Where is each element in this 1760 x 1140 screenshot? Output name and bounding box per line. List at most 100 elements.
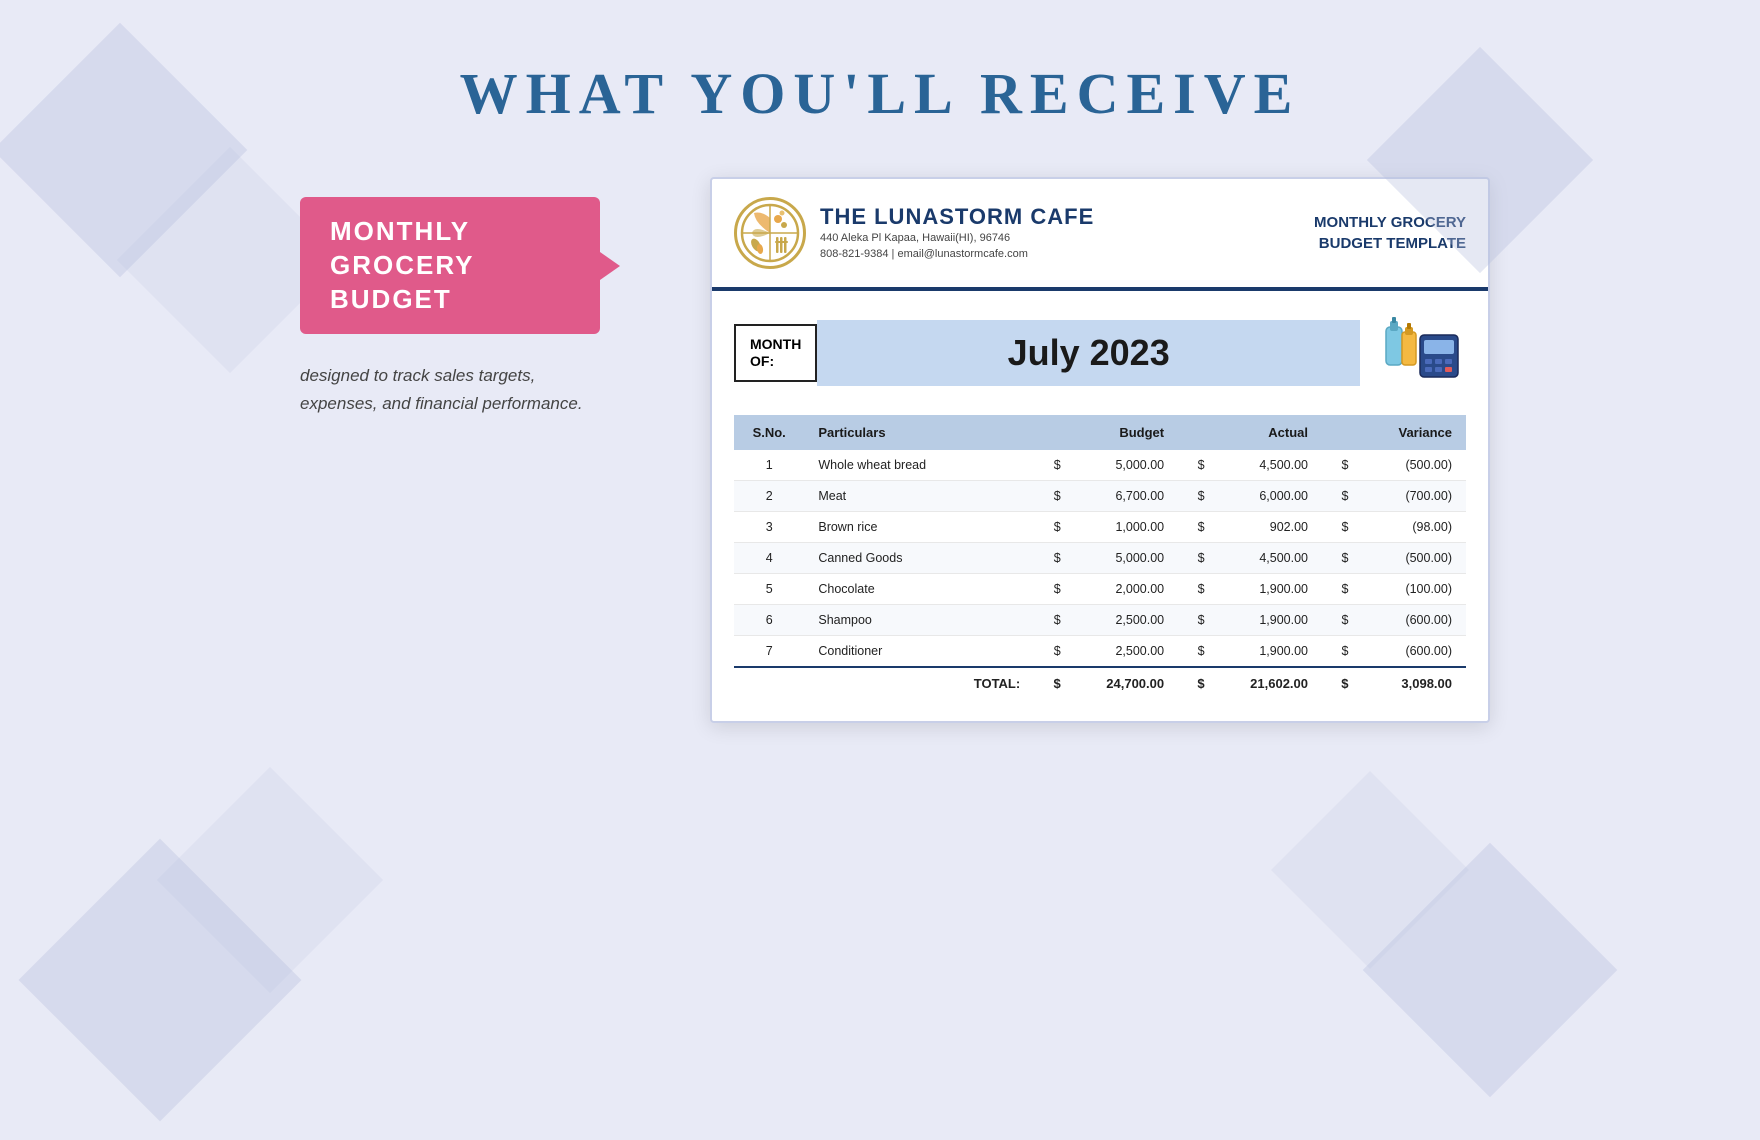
header-actual: Actual — [1219, 415, 1322, 450]
cell-actual: 902.00 — [1219, 512, 1322, 543]
cell-budget-sym: $ — [1034, 543, 1074, 574]
cafe-name: THE LUNASTORM CAFE — [820, 204, 1094, 230]
document: THE LUNASTORM CAFE 440 Aleka Pl Kapaa, H… — [710, 177, 1490, 723]
left-panel: MONTHLY GROCERY BUDGET designed to track… — [270, 177, 650, 417]
cell-particulars: Shampoo — [804, 605, 1034, 636]
cell-variance-sym: $ — [1322, 543, 1362, 574]
table-row: 1 Whole wheat bread $ 5,000.00 $ 4,500.0… — [734, 450, 1466, 481]
cell-variance-sym: $ — [1322, 574, 1362, 605]
cell-budget: 1,000.00 — [1075, 512, 1178, 543]
logo-svg — [740, 203, 800, 263]
total-empty — [734, 667, 804, 699]
cell-variance-sym: $ — [1322, 636, 1362, 668]
cell-budget: 6,700.00 — [1075, 481, 1178, 512]
total-variance: 3,098.00 — [1363, 667, 1467, 699]
cell-sno: 2 — [734, 481, 804, 512]
month-row: MONTH OF: July 2023 — [712, 291, 1488, 415]
cell-actual: 4,500.00 — [1219, 450, 1322, 481]
cell-budget: 5,000.00 — [1075, 450, 1178, 481]
cell-sno: 5 — [734, 574, 804, 605]
cell-actual: 6,000.00 — [1219, 481, 1322, 512]
logo-area: THE LUNASTORM CAFE 440 Aleka Pl Kapaa, H… — [734, 197, 1094, 269]
table-wrapper: S.No. Particulars Budget Actual Variance… — [712, 415, 1488, 721]
cell-variance: (98.00) — [1363, 512, 1467, 543]
total-budget-sym: $ — [1034, 667, 1074, 699]
table-body: 1 Whole wheat bread $ 5,000.00 $ 4,500.0… — [734, 450, 1466, 699]
cell-variance-sym: $ — [1322, 450, 1362, 481]
cell-actual: 1,900.00 — [1219, 574, 1322, 605]
header-variance: Variance — [1363, 415, 1467, 450]
cell-actual-sym: $ — [1178, 574, 1218, 605]
cell-budget: 2,000.00 — [1075, 574, 1178, 605]
cell-budget-sym: $ — [1034, 512, 1074, 543]
logo-circle — [734, 197, 806, 269]
cell-actual-sym: $ — [1178, 543, 1218, 574]
cell-variance: (600.00) — [1363, 605, 1467, 636]
cell-actual: 4,500.00 — [1219, 543, 1322, 574]
table-row: 6 Shampoo $ 2,500.00 $ 1,900.00 $ (600.0… — [734, 605, 1466, 636]
cell-variance: (600.00) — [1363, 636, 1467, 668]
cell-budget: 2,500.00 — [1075, 636, 1178, 668]
table-row: 2 Meat $ 6,700.00 $ 6,000.00 $ (700.00) — [734, 481, 1466, 512]
cell-particulars: Whole wheat bread — [804, 450, 1034, 481]
total-budget: 24,700.00 — [1075, 667, 1178, 699]
total-row: TOTAL: $ 24,700.00 $ 21,602.00 $ 3,098.0… — [734, 667, 1466, 699]
cell-budget-sym: $ — [1034, 450, 1074, 481]
cell-variance: (100.00) — [1363, 574, 1467, 605]
doc-header: THE LUNASTORM CAFE 440 Aleka Pl Kapaa, H… — [712, 179, 1488, 291]
header-budget: Budget — [1075, 415, 1178, 450]
cell-budget-sym: $ — [1034, 605, 1074, 636]
cell-budget-sym: $ — [1034, 574, 1074, 605]
cell-sno: 7 — [734, 636, 804, 668]
header-sno: S.No. — [734, 415, 804, 450]
cell-budget: 5,000.00 — [1075, 543, 1178, 574]
cell-sno: 4 — [734, 543, 804, 574]
header-particulars: Particulars — [804, 415, 1034, 450]
cell-particulars: Conditioner — [804, 636, 1034, 668]
header-variance-sym — [1322, 415, 1362, 450]
month-label: MONTH OF: — [734, 324, 817, 382]
badge-label: MONTHLY GROCERY BUDGET — [300, 197, 600, 334]
total-variance-sym: $ — [1322, 667, 1362, 699]
cell-particulars: Brown rice — [804, 512, 1034, 543]
table-row: 4 Canned Goods $ 5,000.00 $ 4,500.00 $ (… — [734, 543, 1466, 574]
cell-actual-sym: $ — [1178, 512, 1218, 543]
cell-particulars: Chocolate — [804, 574, 1034, 605]
cell-particulars: Canned Goods — [804, 543, 1034, 574]
cafe-address: 440 Aleka Pl Kapaa, Hawaii(HI), 96746 — [820, 230, 1094, 247]
cell-actual-sym: $ — [1178, 605, 1218, 636]
cell-actual-sym: $ — [1178, 450, 1218, 481]
table-row: 5 Chocolate $ 2,000.00 $ 1,900.00 $ (100… — [734, 574, 1466, 605]
cafe-contact: 808-821-9384 | email@lunastormcafe.com — [820, 246, 1094, 263]
table-header-row: S.No. Particulars Budget Actual Variance — [734, 415, 1466, 450]
cell-variance: (700.00) — [1363, 481, 1467, 512]
total-actual: 21,602.00 — [1219, 667, 1322, 699]
cell-variance-sym: $ — [1322, 481, 1362, 512]
header-actual-sym — [1178, 415, 1218, 450]
table-row: 3 Brown rice $ 1,000.00 $ 902.00 $ (98.0… — [734, 512, 1466, 543]
budget-table: S.No. Particulars Budget Actual Variance… — [734, 415, 1466, 699]
cell-budget-sym: $ — [1034, 636, 1074, 668]
total-actual-sym: $ — [1178, 667, 1218, 699]
subtitle-text: designed to track sales targets, expense… — [300, 362, 620, 416]
cell-actual: 1,900.00 — [1219, 605, 1322, 636]
cell-variance: (500.00) — [1363, 543, 1467, 574]
cell-variance-sym: $ — [1322, 512, 1362, 543]
total-label: TOTAL: — [804, 667, 1034, 699]
cell-budget-sym: $ — [1034, 481, 1074, 512]
cell-variance: (500.00) — [1363, 450, 1467, 481]
grocery-icon — [1376, 307, 1466, 399]
month-value: July 2023 — [817, 320, 1360, 386]
cafe-info: THE LUNASTORM CAFE 440 Aleka Pl Kapaa, H… — [820, 204, 1094, 263]
cell-sno: 3 — [734, 512, 804, 543]
cell-actual: 1,900.00 — [1219, 636, 1322, 668]
cell-particulars: Meat — [804, 481, 1034, 512]
cell-variance-sym: $ — [1322, 605, 1362, 636]
header-budget-sym — [1034, 415, 1074, 450]
table-row: 7 Conditioner $ 2,500.00 $ 1,900.00 $ (6… — [734, 636, 1466, 668]
cell-sno: 6 — [734, 605, 804, 636]
cell-actual-sym: $ — [1178, 636, 1218, 668]
cell-budget: 2,500.00 — [1075, 605, 1178, 636]
cell-actual-sym: $ — [1178, 481, 1218, 512]
cell-sno: 1 — [734, 450, 804, 481]
